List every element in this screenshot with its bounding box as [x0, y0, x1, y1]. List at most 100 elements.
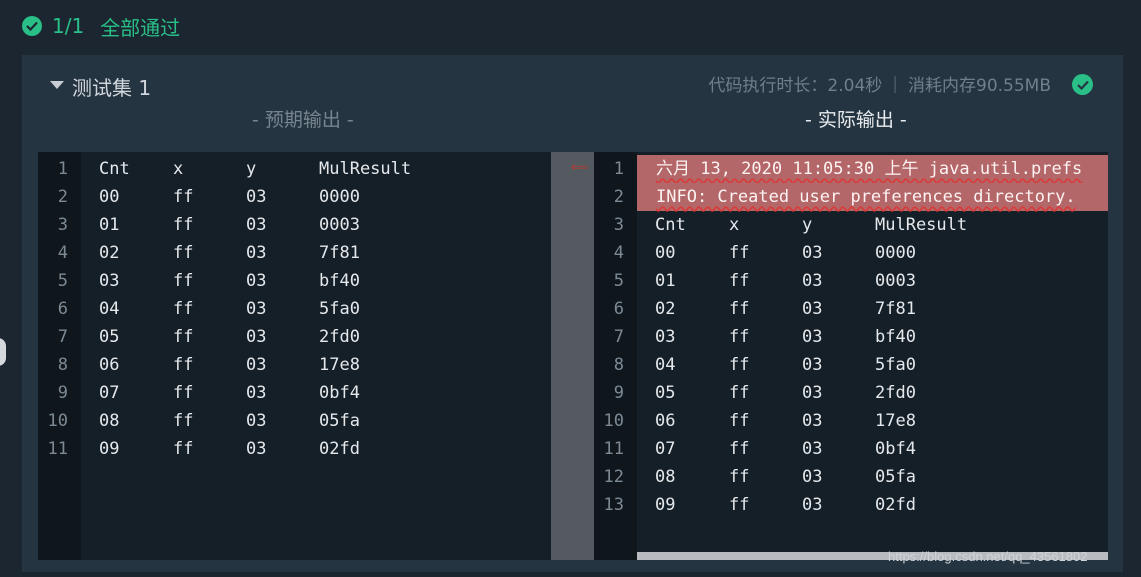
output-cell: 03	[802, 467, 823, 487]
line-number: 10	[603, 411, 624, 431]
line-number: 7	[57, 327, 68, 347]
output-cell: 03	[802, 271, 823, 291]
watermark: https://blog.csdn.net/qq_43561802	[888, 549, 1088, 564]
output-cell: 06	[99, 355, 120, 375]
output-cell: bf40	[319, 271, 360, 291]
output-cell: 06	[655, 411, 676, 431]
line-number: 9	[613, 383, 624, 403]
caret-down-icon[interactable]	[50, 81, 64, 89]
line-number: 1	[57, 159, 68, 179]
actual-output-editor[interactable]: 1 2 3 4 5 6 7 8 9 10 11 12 13 六月 13, 2020 11:05:30 上午…	[594, 152, 1108, 560]
line-number: 2	[613, 187, 624, 207]
line-number: 5	[613, 271, 624, 291]
output-cell: 03	[246, 327, 267, 347]
memory-usage: 消耗内存90.55MB	[908, 76, 1051, 96]
line-number: 4	[57, 243, 68, 263]
line-number: 1	[613, 159, 624, 179]
pass-status: 全部通过	[100, 15, 181, 40]
output-cell: x	[173, 159, 184, 179]
output-cell: 05	[655, 383, 676, 403]
output-cell: y	[802, 215, 813, 235]
diff-divider: ⟸	[551, 152, 594, 560]
output-cell: 17e8	[319, 355, 360, 375]
suite-title[interactable]: 测试集 1	[72, 72, 151, 101]
suite-header[interactable]: 测试集 1 代码执行时长：2.04秒 | 消耗内存90.55MB - 预期输出 …	[22, 55, 1123, 151]
check-circle-icon	[1072, 74, 1093, 95]
line-number: 6	[613, 299, 624, 319]
output-cell: ff	[173, 439, 194, 459]
output-cell: MulResult	[319, 159, 412, 179]
suite-meta: 代码执行时长：2.04秒 | 消耗内存90.55MB	[708, 71, 1051, 97]
diff-arrow-icon: ⟸	[571, 160, 589, 174]
output-cell: 03	[246, 271, 267, 291]
output-cell: ff	[729, 467, 750, 487]
output-cell: 05	[99, 327, 120, 347]
output-cell: 0bf4	[319, 383, 360, 403]
output-cell: 03	[802, 439, 823, 459]
output-cell: 2fd0	[319, 327, 360, 347]
output-cell: 02fd	[319, 439, 360, 459]
output-cell: ff	[173, 411, 194, 431]
output-cell: ff	[729, 355, 750, 375]
output-cell: ff	[173, 271, 194, 291]
output-cell: ff	[173, 355, 194, 375]
line-number: 8	[613, 355, 624, 375]
output-cell: 03	[802, 355, 823, 375]
output-cell: 7f81	[319, 243, 360, 263]
line-number: 13	[603, 495, 624, 515]
line-number: 11	[603, 439, 624, 459]
line-number: 3	[613, 215, 624, 235]
output-cell: 03	[246, 299, 267, 319]
line-number: 7	[613, 327, 624, 347]
output-cell: 03	[246, 187, 267, 207]
line-number: 8	[57, 355, 68, 375]
output-cell: 07	[99, 383, 120, 403]
output-cell: 00	[99, 187, 120, 207]
unexpected-output-line: INFO: Created user preferences directory…	[656, 187, 1076, 207]
output-cell: ff	[729, 411, 750, 431]
output-cell: 0003	[319, 215, 360, 235]
line-number: 6	[57, 299, 68, 319]
output-cell: 0bf4	[875, 439, 916, 459]
output-cell: 02	[655, 299, 676, 319]
line-number: 12	[603, 467, 624, 487]
output-cell: 0003	[875, 271, 916, 291]
output-cell: 03	[802, 243, 823, 263]
line-number: 9	[57, 383, 68, 403]
output-cell: ff	[729, 243, 750, 263]
output-cell: 02	[99, 243, 120, 263]
output-cell: ff	[729, 271, 750, 291]
actual-output-label: - 实际输出 -	[805, 109, 907, 131]
output-cell: 04	[655, 355, 676, 375]
expected-output-label: - 预期输出 -	[252, 109, 354, 131]
output-cell: ff	[729, 495, 750, 515]
side-handle[interactable]	[0, 338, 6, 366]
expected-output-editor[interactable]: 1 2 3 4 5 6 7 8 9 10 11 Cnt x y MulResult 00 ff 03 0000 01 f…	[38, 152, 551, 560]
output-cell: 03	[802, 299, 823, 319]
line-number: 2	[57, 187, 68, 207]
meta-separator: |	[892, 73, 898, 94]
output-cell: y	[246, 159, 257, 179]
output-cell: 03	[246, 383, 267, 403]
output-cell: 03	[802, 383, 823, 403]
output-cell: 7f81	[875, 299, 916, 319]
output-cell: ff	[173, 327, 194, 347]
output-cell: Cnt	[99, 159, 130, 179]
output-cell: MulResult	[875, 215, 968, 235]
result-summary: 1/1 全部通过	[22, 10, 180, 42]
output-cell: ff	[173, 243, 194, 263]
output-cell: 09	[655, 495, 676, 515]
output-cell: 5fa0	[319, 299, 360, 319]
line-number: 5	[57, 271, 68, 291]
output-cell: 03	[246, 411, 267, 431]
output-cell: 17e8	[875, 411, 916, 431]
output-cell: 01	[655, 271, 676, 291]
output-cell: 09	[99, 439, 120, 459]
output-cell: 2fd0	[875, 383, 916, 403]
output-cell: 03	[246, 355, 267, 375]
output-cell: 0000	[875, 243, 916, 263]
output-cell: 03	[246, 243, 267, 263]
output-cell: ff	[729, 383, 750, 403]
output-cell: ff	[173, 215, 194, 235]
line-number: 11	[47, 439, 68, 459]
